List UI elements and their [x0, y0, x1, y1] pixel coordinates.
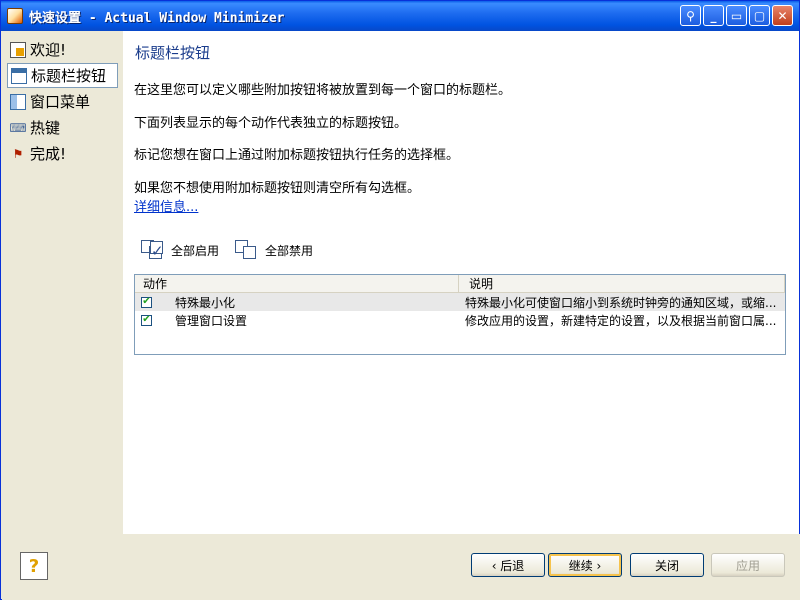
- enable-all-label: 全部启用: [171, 243, 220, 258]
- next-button[interactable]: 继续 ›: [548, 553, 622, 577]
- list-item-name: 特殊最小化: [175, 295, 236, 310]
- title-buttons: ⚲ _ ▭ ▢ ✕: [680, 5, 793, 26]
- check-all-icon: ✓: [140, 239, 166, 261]
- special-minimize-checkbox[interactable]: ✔: [141, 296, 152, 308]
- enable-all-button[interactable]: ✓ 全部启用: [140, 239, 219, 261]
- title-bar[interactable]: 快速设置 - Actual Window Minimizer ⚲ _ ▭ ▢ ✕: [1, 1, 799, 31]
- window-menu-icon: [10, 93, 26, 110]
- column-header-description[interactable]: 说明: [459, 275, 785, 292]
- back-button[interactable]: ‹ 后退: [471, 553, 545, 577]
- page-title: 标题栏按钮: [135, 44, 211, 62]
- uncheck-all-icon: [234, 239, 260, 261]
- sidebar-item-label: 窗口菜单: [30, 93, 91, 111]
- list-item[interactable]: ✔ 管理窗口设置 修改应用的设置，新建特定的设置，以及根据当前窗口属...: [135, 311, 785, 329]
- sidebar-item-label: 欢迎!: [30, 41, 67, 59]
- minimize-to-tray-button[interactable]: _: [703, 5, 724, 26]
- sidebar-item-hotkeys[interactable]: ⌨ 热键: [7, 115, 118, 140]
- sidebar-item-label: 标题栏按钮: [31, 67, 107, 85]
- sidebar: 欢迎! 标题栏按钮 窗口菜单 ⌨ 热键 ⚑ 完成!: [2, 31, 123, 534]
- maximize-button[interactable]: ▢: [749, 5, 770, 26]
- description-text: 如果您不想使用附加标题按钮则清空所有勾选框。: [134, 181, 421, 196]
- titlebar-buttons-icon: [11, 67, 27, 84]
- close-window-button[interactable]: ✕: [772, 5, 793, 26]
- more-info-link[interactable]: 详细信息...: [134, 196, 198, 215]
- manage-settings-checkbox[interactable]: ✔: [141, 314, 152, 326]
- finish-icon: ⚑: [12, 146, 24, 161]
- list-item-name: 管理窗口设置: [175, 313, 248, 328]
- actions-list[interactable]: 动作 说明 ✔ 特殊最小化 特殊最小化可使窗口缩小到系统时钟旁的通知区域，或缩.…: [134, 274, 786, 355]
- apply-button[interactable]: 应用: [711, 553, 785, 577]
- welcome-icon: [10, 41, 26, 58]
- list-item-description: 特殊最小化可使窗口缩小到系统时钟旁的通知区域，或缩...: [465, 295, 777, 310]
- sidebar-item-welcome[interactable]: 欢迎!: [7, 37, 118, 62]
- hotkey-icon: ⌨: [9, 120, 27, 135]
- disable-all-label: 全部禁用: [265, 243, 314, 258]
- list-item-description: 修改应用的设置，新建特定的设置，以及根据当前窗口属...: [465, 313, 777, 328]
- list-item[interactable]: ✔ 特殊最小化 特殊最小化可使窗口缩小到系统时钟旁的通知区域，或缩...: [135, 293, 785, 311]
- footer-bar: ? ‹ 后退 继续 › 关闭 应用: [2, 534, 800, 600]
- pin-icon[interactable]: ⚲: [680, 5, 701, 26]
- main-panel: 标题栏按钮 在这里您可以定义哪些附加按钮将被放置到每一个窗口的标题栏。 下面列表…: [123, 31, 799, 534]
- disable-all-button[interactable]: 全部禁用: [234, 239, 313, 261]
- sidebar-item-finish[interactable]: ⚑ 完成!: [7, 141, 118, 166]
- description-text: 在这里您可以定义哪些附加按钮将被放置到每一个窗口的标题栏。: [134, 83, 512, 98]
- sidebar-item-titlebar-buttons[interactable]: 标题栏按钮: [7, 63, 118, 88]
- minimize-button[interactable]: ▭: [726, 5, 747, 26]
- sidebar-item-label: 完成!: [30, 145, 67, 163]
- description-text: 标记您想在窗口上通过附加标题按钮执行任务的选择框。: [134, 148, 460, 163]
- app-icon: [7, 8, 23, 24]
- sidebar-item-label: 热键: [30, 119, 61, 137]
- description-text: 下面列表显示的每个动作代表独立的标题按钮。: [134, 116, 408, 131]
- wizard-window: 快速设置 - Actual Window Minimizer ⚲ _ ▭ ▢ ✕…: [0, 0, 800, 600]
- sidebar-item-window-menu[interactable]: 窗口菜单: [7, 89, 118, 114]
- close-button[interactable]: 关闭: [630, 553, 704, 577]
- column-header-action[interactable]: 动作: [135, 275, 459, 292]
- window-title: 快速设置 - Actual Window Minimizer: [29, 10, 285, 26]
- list-header: 动作 说明: [135, 275, 785, 293]
- help-icon[interactable]: ?: [20, 552, 48, 580]
